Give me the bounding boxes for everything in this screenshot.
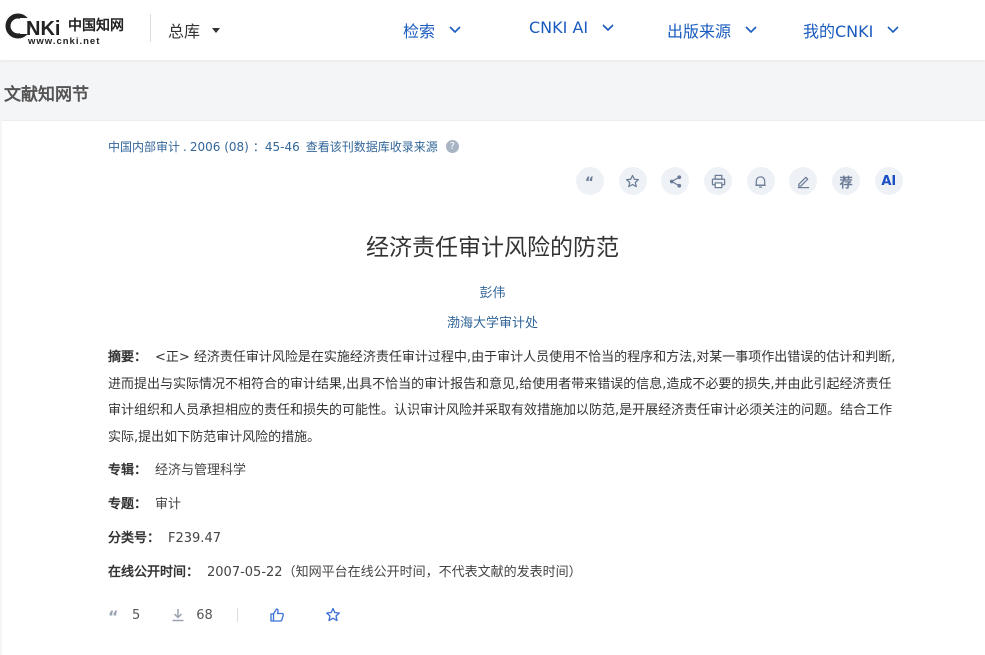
cited-count[interactable]: “ 5 <box>108 607 140 623</box>
download-count-value: 68 <box>196 607 213 623</box>
page-range: ：45-46 <box>252 140 300 154</box>
section-title: 文献知网节 <box>4 85 89 105</box>
database-selector-label: 总库 <box>168 22 201 41</box>
cnki-logo[interactable]: NKi 中国知网 www.cnki.net <box>4 10 132 47</box>
recommend-button[interactable]: 荐 <box>832 167 861 195</box>
svg-text:中国知网: 中国知网 <box>68 17 124 34</box>
pen-icon <box>797 176 810 188</box>
field-online-date: 在线公开时间： 2007-05-22（知网平台在线公开时间，不代表文献的发表时间） <box>108 561 582 580</box>
nav-publication-source[interactable]: 出版来源 <box>667 18 757 42</box>
nav-publication-source-label: 出版来源 <box>667 22 732 41</box>
abstract: 摘要： <正> 经济责任审计风险是在实施经济责任审计过程中,由于审计人员使用不恰当… <box>108 345 903 451</box>
star-icon <box>626 174 640 187</box>
ai-button[interactable]: AI <box>874 167 903 195</box>
share-button[interactable] <box>661 167 690 195</box>
abstract-text: <正> 经济责任审计风险是在实施经济责任审计过程中,由于审计人员使用不恰当的程序… <box>108 350 896 445</box>
share-icon <box>669 174 681 188</box>
nav-search-label: 检索 <box>403 22 436 41</box>
article-toolbar: “ 荐 AI <box>576 167 918 195</box>
stats-bar: “ 5 68 <box>108 605 341 625</box>
field-album: 专辑： 经济与管理科学 <box>108 459 246 478</box>
organization-name[interactable]: 渤海大学审计处 <box>447 316 538 331</box>
nav-search[interactable]: 检索 <box>403 18 461 42</box>
field-topic-value: 审计 <box>155 497 182 512</box>
field-topic: 专题： 审计 <box>108 493 181 512</box>
top-header: NKi 中国知网 www.cnki.net 总库 检索 CNKI AI 出版来源… <box>0 0 985 60</box>
field-classification-value: F239.47 <box>168 531 221 546</box>
note-button[interactable] <box>789 167 818 195</box>
stats-divider <box>236 608 238 622</box>
favorite-star-button[interactable] <box>325 607 341 623</box>
nav-cnki-ai-label: CNKI AI <box>529 18 589 37</box>
organization-link[interactable]: 渤海大学审计处 <box>0 312 985 331</box>
nav-my-cnki[interactable]: 我的CNKI <box>803 18 899 42</box>
star-icon <box>325 607 340 622</box>
field-online-date-label: 在线公开时间： <box>108 565 200 580</box>
field-album-label: 专辑： <box>108 463 148 478</box>
abstract-label: 摘要： <box>108 350 148 365</box>
svg-text:“: “ <box>584 175 593 189</box>
author-name[interactable]: 彭伟 <box>479 286 505 301</box>
chevron-down-icon <box>602 23 614 31</box>
source-line: 中国内部审计 . 2006 (08) ：45-46 查看该刊数据库收录来源 ? <box>108 138 459 155</box>
field-classification: 分类号： F239.47 <box>108 527 221 546</box>
quote-icon: “ <box>108 607 119 623</box>
chevron-down-icon <box>745 26 757 34</box>
database-source-link[interactable]: 查看该刊数据库收录来源 <box>306 138 438 155</box>
caret-down-icon <box>212 27 221 33</box>
issue-link[interactable]: 2006 (08) <box>190 140 249 154</box>
database-selector[interactable]: 总库 <box>168 18 221 42</box>
svg-text:“: “ <box>108 607 119 623</box>
thumbs-up-icon <box>270 608 284 622</box>
recommend-icon: 荐 <box>839 175 853 191</box>
ai-icon: AI <box>881 173 897 189</box>
source-separator: . <box>183 139 187 154</box>
field-classification-label: 分类号： <box>108 531 161 546</box>
field-album-value: 经济与管理科学 <box>155 463 247 478</box>
nav-cnki-ai[interactable]: CNKI AI <box>529 18 614 37</box>
print-icon <box>711 174 725 188</box>
print-button[interactable] <box>704 167 733 195</box>
favorite-button[interactable] <box>618 167 647 195</box>
quote-icon: “ <box>584 175 593 189</box>
notify-button[interactable] <box>746 167 775 195</box>
article-title: 经济责任审计风险的防范 <box>366 235 619 261</box>
chevron-down-icon <box>887 26 899 34</box>
help-icon[interactable]: ? <box>445 140 459 153</box>
download-icon <box>172 609 184 622</box>
like-button[interactable] <box>269 607 285 623</box>
field-online-date-value: 2007-05-22（知网平台在线公开时间，不代表文献的发表时间） <box>207 565 582 580</box>
logo-url-text: www.cnki.net <box>27 36 100 46</box>
author-link[interactable]: 彭伟 <box>0 282 985 301</box>
bell-icon <box>755 175 766 188</box>
header-divider <box>150 14 151 42</box>
chevron-down-icon <box>449 26 461 34</box>
download-count[interactable]: 68 <box>170 607 213 623</box>
cited-count-value: 5 <box>132 607 141 623</box>
journal-link[interactable]: 中国内部审计 <box>108 138 180 155</box>
field-topic-label: 专题： <box>108 497 148 512</box>
nav-my-cnki-label: 我的CNKI <box>803 22 874 41</box>
cite-button[interactable]: “ <box>576 167 604 195</box>
